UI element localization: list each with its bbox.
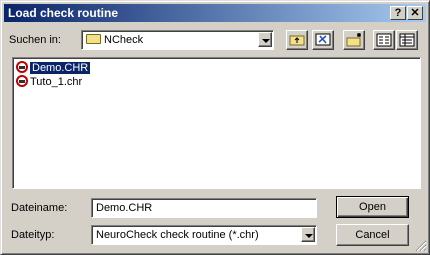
desktop-icon xyxy=(315,33,331,46)
details-view-icon xyxy=(399,33,415,47)
list-view-button[interactable] xyxy=(373,30,395,50)
list-view-icon xyxy=(376,33,392,47)
filename-input[interactable]: Demo.CHR xyxy=(91,198,317,218)
up-folder-button[interactable] xyxy=(286,30,308,50)
up-folder-icon xyxy=(289,35,305,46)
open-button[interactable]: Open xyxy=(336,196,409,218)
check-routine-file-icon xyxy=(16,75,28,87)
list-item[interactable]: Demo.CHR xyxy=(16,61,92,75)
file-list[interactable]: Demo.CHR Tuto_1.chr xyxy=(12,57,421,189)
details-view-button[interactable] xyxy=(396,30,418,50)
filetype-dropdown[interactable]: NeuroCheck check routine (*.chr) xyxy=(91,225,317,245)
title-bar[interactable]: Load check routine ? ✕ xyxy=(4,4,426,22)
cancel-button[interactable]: Cancel xyxy=(336,224,409,246)
close-button[interactable]: ✕ xyxy=(407,6,423,20)
filename-label: Dateiname: xyxy=(11,202,68,214)
desktop-button[interactable] xyxy=(312,30,334,50)
window-title: Load check routine xyxy=(8,6,119,20)
filetype-label: Dateityp: xyxy=(11,229,55,241)
chevron-down-icon[interactable] xyxy=(301,227,315,242)
lookin-value: NCheck xyxy=(104,34,144,46)
load-dialog: Load check routine ? ✕ Suchen in: NCheck xyxy=(0,0,430,255)
new-folder-icon xyxy=(346,33,361,47)
list-item[interactable]: Tuto_1.chr xyxy=(16,75,82,89)
size-grip-icon[interactable] xyxy=(415,240,427,252)
lookin-dropdown[interactable]: NCheck xyxy=(81,30,274,50)
new-folder-button[interactable] xyxy=(343,30,365,50)
help-button[interactable]: ? xyxy=(390,6,406,20)
file-name: Tuto_1.chr xyxy=(30,76,83,88)
chevron-down-icon[interactable] xyxy=(258,32,272,47)
file-name: Demo.CHR xyxy=(28,61,92,75)
filename-value: Demo.CHR xyxy=(96,202,153,214)
filetype-value: NeuroCheck check routine (*.chr) xyxy=(96,229,259,241)
check-routine-file-icon xyxy=(16,61,28,73)
folder-icon xyxy=(86,34,101,44)
lookin-label: Suchen in: xyxy=(9,34,61,46)
